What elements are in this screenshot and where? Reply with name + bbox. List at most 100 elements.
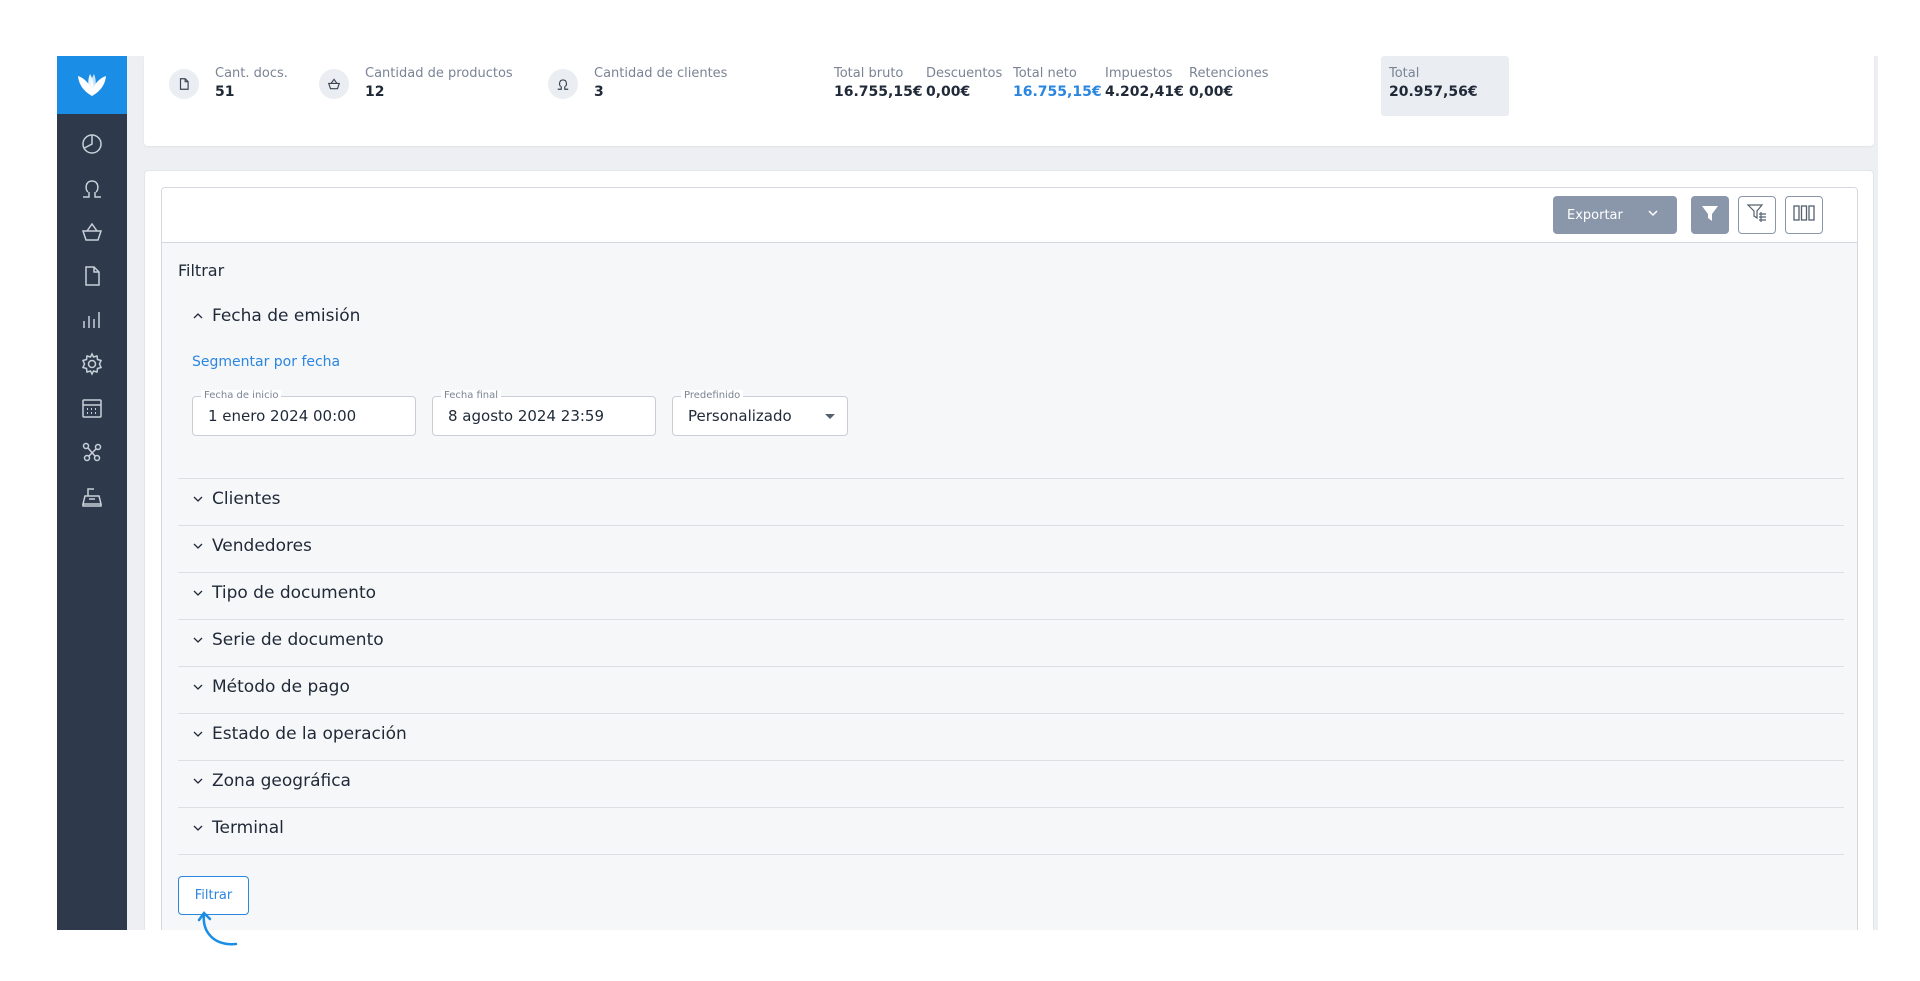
accordion-header-serie-documento[interactable]: Serie de documento <box>192 630 384 650</box>
field-label: Predefinido <box>681 390 744 402</box>
field-value: Personalizado <box>688 407 792 425</box>
chevron-down-icon <box>192 493 204 505</box>
start-date-field[interactable]: Fecha de inicio 1 enero 2024 00:00 <box>192 390 416 436</box>
app-frame: Cant. docs. 51 Cantidad de productos 12 … <box>57 56 1878 930</box>
divider <box>178 478 1844 479</box>
stat-docs: Cant. docs. 51 <box>169 66 288 102</box>
divider <box>178 760 1844 761</box>
stat-taxes: Impuestos 4.202,41€ <box>1105 66 1184 102</box>
stat-value: 20.957,56€ <box>1389 84 1478 100</box>
basket-icon[interactable] <box>78 218 106 246</box>
preset-select[interactable]: Predefinido Personalizado <box>672 390 848 436</box>
main-content: Cant. docs. 51 Cantidad de productos 12 … <box>127 56 1878 930</box>
sidebar <box>57 56 127 930</box>
export-label: Exportar <box>1567 207 1623 223</box>
stat-products: Cantidad de productos 12 <box>319 66 513 102</box>
stat-value: 12 <box>365 84 385 100</box>
chevron-down-icon <box>192 728 204 740</box>
export-button[interactable]: Exportar <box>1553 196 1677 234</box>
stat-value: 0,00€ <box>926 84 971 100</box>
stat-gross: Total bruto 16.755,15€ <box>834 66 923 102</box>
chevron-down-icon <box>192 587 204 599</box>
calendar-icon[interactable] <box>78 394 106 422</box>
accordion-title: Estado de la operación <box>212 724 407 744</box>
filter-container: Exportar Filtrar Fecha de emisión Segmen… <box>161 187 1858 930</box>
stat-label: Cantidad de clientes <box>594 66 728 81</box>
document-icon[interactable] <box>78 262 106 290</box>
document-icon <box>169 69 199 99</box>
stat-total: Total 20.957,56€ <box>1389 66 1478 102</box>
funnel-icon <box>1700 203 1720 227</box>
accordion-header-clientes[interactable]: Clientes <box>192 489 281 509</box>
connections-icon[interactable] <box>78 438 106 466</box>
chevron-down-icon <box>192 681 204 693</box>
stat-withholdings: Retenciones 0,00€ <box>1189 66 1269 102</box>
bar-chart-icon[interactable] <box>78 306 106 334</box>
end-date-field[interactable]: Fecha final 8 agosto 2024 23:59 <box>432 390 656 436</box>
stat-clients: Cantidad de clientes 3 <box>548 66 727 102</box>
accordion-header-metodo-pago[interactable]: Método de pago <box>192 677 350 697</box>
filter-list-icon <box>1746 202 1768 228</box>
accordion-title: Clientes <box>212 489 281 509</box>
stat-value: 16.755,15€ <box>1013 84 1102 100</box>
stat-discounts: Descuentos 0,00€ <box>926 66 1002 102</box>
stat-label: Descuentos <box>926 66 1003 81</box>
stat-value: 4.202,41€ <box>1105 84 1184 100</box>
summary-stats-card: Cant. docs. 51 Cantidad de productos 12 … <box>144 56 1874 146</box>
divider <box>178 807 1844 808</box>
stat-value: 3 <box>594 84 604 100</box>
stat-label: Total neto <box>1013 66 1077 81</box>
stat-value: 0,00€ <box>1189 84 1234 100</box>
cash-register-icon[interactable] <box>78 482 106 510</box>
accordion-title: Tipo de documento <box>212 583 377 603</box>
accordion-title: Serie de documento <box>212 630 384 650</box>
accordion-header-zona-geografica[interactable]: Zona geográfica <box>192 771 351 791</box>
columns-icon <box>1792 203 1816 227</box>
filter-toggle-button[interactable] <box>1691 196 1729 234</box>
total-highlight: Total 20.957,56€ <box>1381 56 1509 116</box>
leaf-logo-icon[interactable] <box>57 56 127 114</box>
toolbar: Exportar <box>162 188 1857 243</box>
field-label: Fecha final <box>441 390 502 402</box>
click-pointer-icon <box>196 908 244 958</box>
stat-value: 16.755,15€ <box>834 84 923 100</box>
columns-button[interactable] <box>1785 196 1823 234</box>
stat-label: Impuestos <box>1105 66 1173 81</box>
chevron-up-icon <box>192 310 204 322</box>
user-icon <box>548 69 578 99</box>
accordion-title: Fecha de emisión <box>212 306 361 326</box>
chevron-down-icon <box>192 775 204 787</box>
chevron-down-icon <box>192 634 204 646</box>
divider <box>178 666 1844 667</box>
accordion-header-terminal[interactable]: Terminal <box>192 818 284 838</box>
divider <box>178 619 1844 620</box>
filter-settings-button[interactable] <box>1738 196 1776 234</box>
stat-label: Total bruto <box>834 66 904 81</box>
stat-value: 51 <box>215 84 235 100</box>
accordion-header-estado-operacion[interactable]: Estado de la operación <box>192 724 407 744</box>
stat-label: Cant. docs. <box>215 66 288 81</box>
chevron-down-icon <box>192 540 204 552</box>
accordion-header-fecha-emision[interactable]: Fecha de emisión <box>192 306 360 326</box>
field-label: Fecha de inicio <box>201 390 282 402</box>
user-icon[interactable] <box>78 174 106 202</box>
gear-icon[interactable] <box>78 350 106 378</box>
divider <box>178 525 1844 526</box>
divider <box>178 713 1844 714</box>
accordion-title: Zona geográfica <box>212 771 351 791</box>
stat-net: Total neto 16.755,15€ <box>1013 66 1102 102</box>
pie-chart-icon[interactable] <box>78 130 106 158</box>
basket-icon <box>319 69 349 99</box>
field-value: 1 enero 2024 00:00 <box>208 407 357 425</box>
accordion-title: Vendedores <box>212 536 312 556</box>
chevron-down-icon <box>192 822 204 834</box>
stat-label: Retenciones <box>1189 66 1269 81</box>
accordion-header-vendedores[interactable]: Vendedores <box>192 536 312 556</box>
report-panel: Exportar Filtrar Fecha de emisión Segmen… <box>144 170 1874 930</box>
accordion-header-tipo-documento[interactable]: Tipo de documento <box>192 583 376 603</box>
accordion-title: Método de pago <box>212 677 350 697</box>
filter-title: Filtrar <box>178 261 225 280</box>
segment-by-date-link[interactable]: Segmentar por fecha <box>192 354 340 370</box>
stat-label: Total <box>1389 66 1420 81</box>
chevron-down-icon <box>1647 207 1659 223</box>
